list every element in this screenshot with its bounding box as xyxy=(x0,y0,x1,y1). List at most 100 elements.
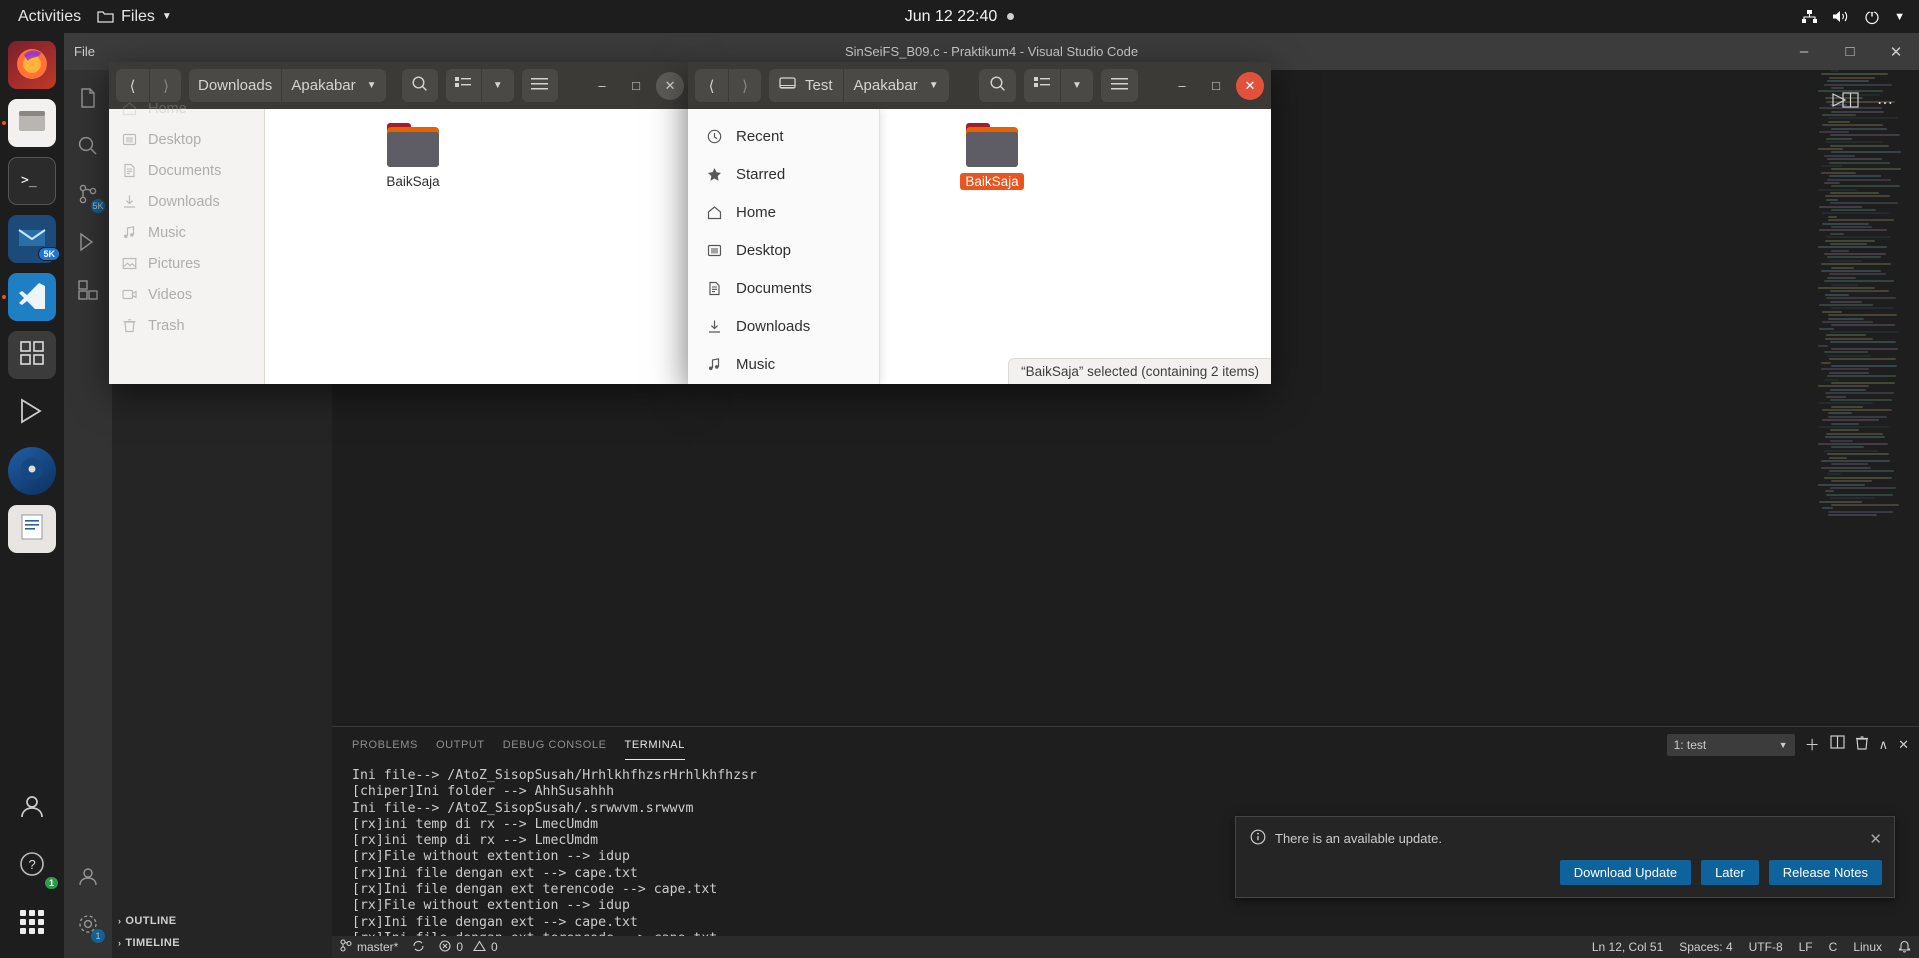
fm1-view-list-button[interactable] xyxy=(446,69,481,102)
status-cursor-position[interactable]: Ln 12, Col 51 xyxy=(1592,940,1663,954)
close-panel-icon[interactable]: ✕ xyxy=(1898,737,1909,753)
fm1-sidebar-item-downloads[interactable]: Downloads xyxy=(109,186,264,217)
fm1-search-button[interactable] xyxy=(402,69,438,102)
fm1-sidebar-item-music[interactable]: Music xyxy=(109,217,264,248)
status-sync[interactable] xyxy=(412,940,425,955)
status-encoding[interactable]: UTF-8 xyxy=(1749,940,1783,954)
fm1-sidebar-item-desktop[interactable]: Desktop xyxy=(109,124,264,155)
later-button[interactable]: Later xyxy=(1701,860,1759,885)
activity-settings[interactable]: 1 xyxy=(64,902,112,950)
fm2-sidebar-item-downloads[interactable]: Downloads xyxy=(688,307,879,345)
maximize-panel-icon[interactable]: ∧ xyxy=(1879,737,1889,753)
fm2-view-dropdown-button[interactable]: ▼ xyxy=(1060,69,1093,102)
fm2-back-button[interactable]: ⟨ xyxy=(695,69,728,102)
fm2-hamburger-menu-button[interactable] xyxy=(1101,69,1138,102)
fm1-view-dropdown-button[interactable]: ▼ xyxy=(480,69,514,102)
fm2-forward-button[interactable]: ⟩ xyxy=(728,69,761,102)
fm2-path-apakabar[interactable]: Apakabar ▼ xyxy=(842,69,949,102)
power-icon[interactable] xyxy=(1864,8,1880,25)
fm2-sidebar-item-desktop[interactable]: Desktop xyxy=(688,231,879,269)
sidebar-section-outline[interactable]: › OUTLINE xyxy=(112,910,332,932)
fm1-minimize-button[interactable]: – xyxy=(588,72,616,100)
tab-problems[interactable]: PROBLEMS xyxy=(352,730,418,759)
new-terminal-icon[interactable]: ＋ xyxy=(1805,734,1820,755)
system-status-area[interactable]: ▼ xyxy=(1801,8,1905,25)
fm1-sidebar[interactable]: Home Desktop Documents Downloads Music Pictur… xyxy=(109,101,265,384)
fm2-close-button[interactable]: ✕ xyxy=(1236,71,1264,100)
vscode-window-controls[interactable]: – □ ✕ xyxy=(1781,33,1919,70)
bell-icon[interactable] xyxy=(1898,939,1911,956)
fm2-sidebar-item-recent[interactable]: Recent xyxy=(688,117,879,155)
activity-run-debug[interactable] xyxy=(64,220,112,268)
vscode-close-button[interactable]: ✕ xyxy=(1873,33,1919,70)
network-icon[interactable] xyxy=(1801,9,1818,24)
status-indentation[interactable]: Spaces: 4 xyxy=(1679,940,1732,954)
run-play-icon[interactable] xyxy=(1830,93,1847,112)
dock-item-show-applications[interactable] xyxy=(8,900,56,948)
fm1-maximize-button[interactable]: □ xyxy=(622,72,650,100)
vscode-minimize-button[interactable]: – xyxy=(1781,33,1827,70)
fm2-maximize-button[interactable]: □ xyxy=(1202,72,1230,100)
fm1-sidebar-item-documents[interactable]: Documents xyxy=(109,155,264,186)
close-icon[interactable]: ✕ xyxy=(1869,830,1882,848)
fm2-sidebar-item-starred[interactable]: Starred xyxy=(688,155,879,193)
activities-button[interactable]: Activities xyxy=(0,8,97,26)
music-icon xyxy=(121,225,138,240)
clock[interactable]: Jun 12 22:40 xyxy=(0,8,1919,26)
activity-source-control[interactable]: 5K xyxy=(64,172,112,220)
activity-accounts[interactable] xyxy=(64,854,112,902)
app-menu-files[interactable]: Files ▼ xyxy=(97,8,172,26)
tab-output[interactable]: OUTPUT xyxy=(436,730,485,759)
dock-item-terminal[interactable]: >_ xyxy=(8,157,56,205)
fm1-file-view[interactable]: BaikSaja xyxy=(265,109,691,384)
more-actions-icon[interactable]: ⋯ xyxy=(1877,93,1893,113)
fm2-sidebar-item-home[interactable]: Home xyxy=(688,193,879,231)
chevron-down-icon[interactable]: ▼ xyxy=(1894,11,1905,23)
dock-item-files[interactable] xyxy=(2,99,56,147)
fm2-sidebar-item-documents[interactable]: Documents xyxy=(688,269,879,307)
fm2-search-button[interactable] xyxy=(979,69,1016,102)
status-branch[interactable]: master* xyxy=(340,939,398,955)
fm2-minimize-button[interactable]: – xyxy=(1168,72,1196,100)
fm2-file-baiksaja[interactable]: BaikSaja xyxy=(946,123,1038,190)
dock-item-libreoffice-writer[interactable] xyxy=(8,505,56,553)
fm2-sidebar-item-music[interactable]: Music xyxy=(688,345,879,383)
fm1-sidebar-item-videos[interactable]: Videos xyxy=(109,279,264,310)
dock-item-help[interactable]: ? 1 xyxy=(8,842,59,890)
dock-item-thunderbird[interactable]: 5K xyxy=(8,215,60,263)
status-platform[interactable]: Linux xyxy=(1853,940,1882,954)
tab-debug-console[interactable]: DEBUG CONSOLE xyxy=(503,730,607,759)
fm1-sidebar-item-home[interactable]: Home xyxy=(109,93,264,124)
fm1-close-button[interactable]: ✕ xyxy=(656,71,685,100)
split-terminal-icon[interactable] xyxy=(1829,735,1845,754)
dock-item-media-player[interactable] xyxy=(8,389,56,437)
fm1-sidebar-item-pictures[interactable]: Pictures xyxy=(109,248,264,279)
dock-item-software[interactable] xyxy=(8,331,56,379)
release-notes-button[interactable]: Release Notes xyxy=(1768,860,1882,885)
kill-terminal-icon[interactable] xyxy=(1855,735,1869,755)
vscode-maximize-button[interactable]: □ xyxy=(1827,33,1873,70)
fm1-file-baiksaja[interactable]: BaikSaja xyxy=(367,123,459,190)
fm2-sidebar-popover[interactable]: Recent Starred Home Desktop Documents Downloa… xyxy=(688,109,880,384)
fm1-window-controls: – □ ✕ xyxy=(588,71,685,100)
dock-item-users[interactable] xyxy=(8,784,56,832)
terminal-selector[interactable]: 1: test ▼ xyxy=(1666,733,1795,756)
status-eol[interactable]: LF xyxy=(1799,940,1813,954)
dock-item-rhythmbox[interactable] xyxy=(8,447,56,495)
fm1-path-apakabar[interactable]: Apakabar ▼ xyxy=(281,69,385,102)
volume-icon[interactable] xyxy=(1832,9,1850,24)
activity-explorer[interactable] xyxy=(64,76,112,124)
fm1-sidebar-item-trash[interactable]: Trash xyxy=(109,310,264,341)
fm1-hamburger-menu-button[interactable] xyxy=(522,69,558,102)
sidebar-section-timeline[interactable]: › TIMELINE xyxy=(112,932,332,954)
dock-item-vscode[interactable] xyxy=(2,273,56,321)
fm2-view-list-button[interactable] xyxy=(1024,69,1060,102)
status-problems[interactable]: 0 0 xyxy=(439,939,498,955)
fm2-path-test[interactable]: Test xyxy=(769,69,843,102)
dock-item-firefox[interactable] xyxy=(8,41,56,89)
activity-extensions[interactable] xyxy=(64,268,112,316)
activity-search[interactable] xyxy=(64,124,112,172)
tab-terminal[interactable]: TERMINAL xyxy=(624,730,685,760)
status-language-mode[interactable]: C xyxy=(1829,940,1838,954)
download-update-button[interactable]: Download Update xyxy=(1559,860,1692,885)
